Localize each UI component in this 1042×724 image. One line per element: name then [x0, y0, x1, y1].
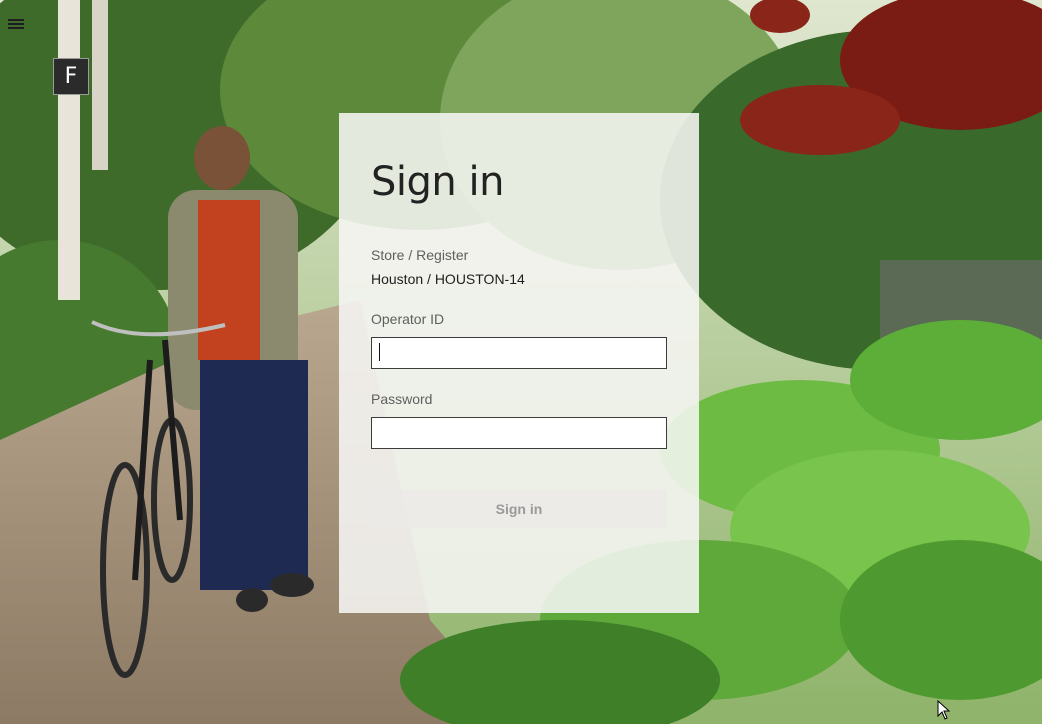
- store-register-value: Houston / HOUSTON-14: [371, 271, 525, 287]
- sign-in-title: Sign in: [371, 159, 504, 205]
- password-input[interactable]: [371, 417, 667, 449]
- text-caret: [379, 343, 380, 361]
- sign-in-panel: Sign in Store / Register Houston / HOUST…: [339, 113, 699, 613]
- store-register-label: Store / Register: [371, 247, 469, 263]
- password-label: Password: [371, 391, 433, 407]
- login-screen: F Sign in Store / Register Houston / HOU…: [0, 0, 1042, 724]
- sign-in-button[interactable]: Sign in: [371, 490, 667, 528]
- hamburger-menu-icon[interactable]: [8, 17, 26, 29]
- operator-id-input[interactable]: [371, 337, 667, 369]
- app-logo-tile: F: [53, 58, 89, 95]
- mouse-pointer-icon: [937, 700, 951, 720]
- operator-id-label: Operator ID: [371, 311, 445, 327]
